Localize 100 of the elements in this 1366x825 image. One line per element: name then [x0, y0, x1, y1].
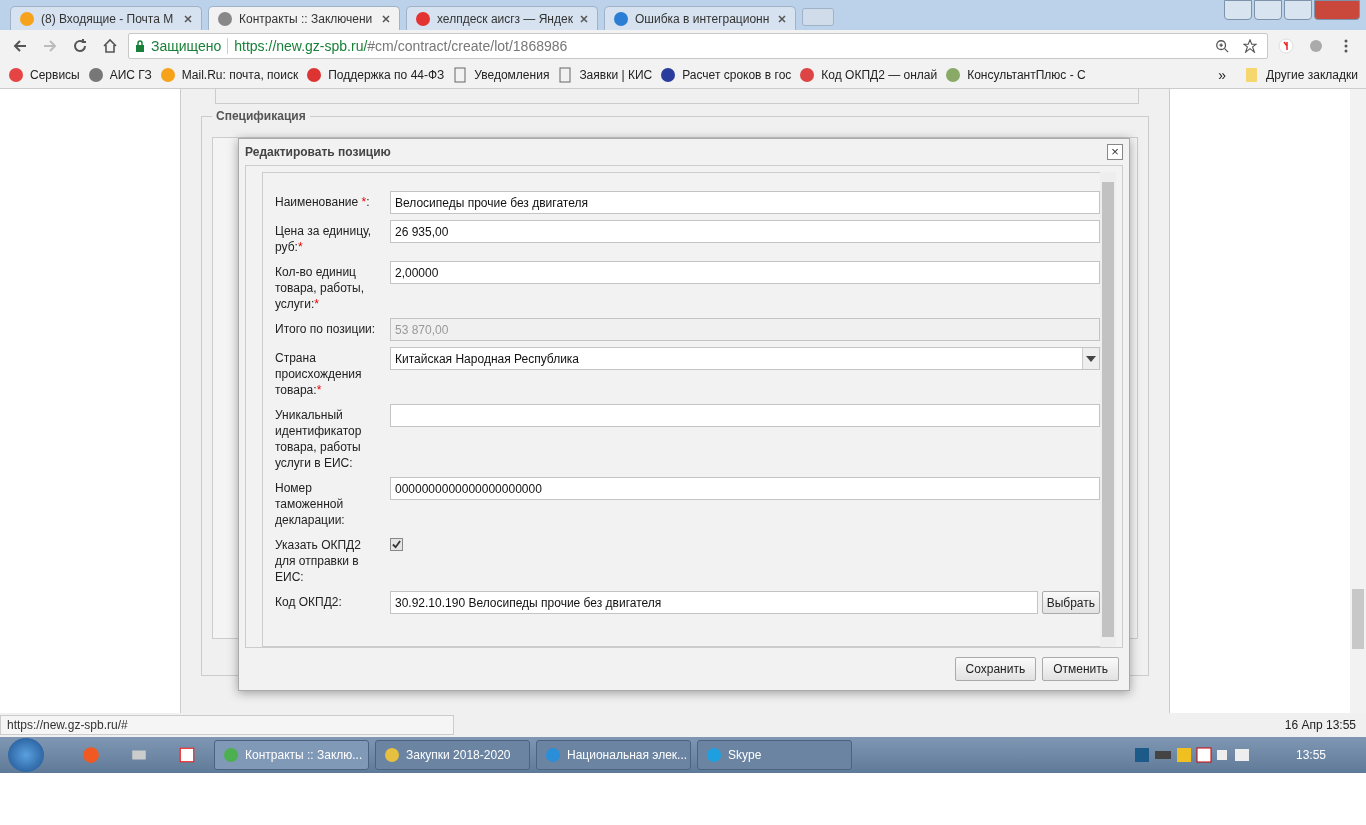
dropdown-field[interactable]: Китайская Народная Республика — [390, 347, 1100, 370]
zoom-icon[interactable] — [1215, 39, 1229, 53]
input-field[interactable]: 0000000000000000000000 — [390, 477, 1100, 500]
extension-icon[interactable] — [1278, 38, 1294, 54]
page-scrollbar[interactable] — [1350, 89, 1366, 713]
close-icon[interactable] — [777, 13, 787, 24]
tab-title: хелпдеск аисгз — Яндек — [437, 11, 573, 26]
caret-icon — [1086, 355, 1096, 362]
window-title: Контракты :: Заклю... — [245, 748, 363, 762]
input-field[interactable]: 30.92.10.190 Велосипеды прочие без двигателя — [390, 591, 1038, 614]
other-bookmarks[interactable]: Другие закладки — [1244, 67, 1358, 83]
browser-tab[interactable]: Контракты :: Заключени — [208, 6, 400, 30]
taskbar-window[interactable]: Skype — [697, 740, 852, 770]
field-label: Итого по позиции: — [275, 321, 377, 337]
profile-button[interactable] — [1224, 0, 1252, 20]
lock-icon — [135, 40, 145, 52]
bookmark-icon — [557, 67, 574, 83]
taskbar-window[interactable]: Национальная элек... — [536, 740, 691, 770]
field-label: Код ОКПД2: — [275, 594, 343, 610]
url-text: https://new.gz-spb.ru/#cm/contract/create/lot/1868986 — [234, 38, 568, 54]
bookmark-icon — [87, 67, 104, 83]
bookmark-icon — [660, 67, 677, 83]
bookmark-icon — [799, 67, 816, 83]
section-title: Спецификация — [212, 109, 310, 123]
field-label: Наименование *: — [275, 194, 371, 210]
bookmark-icon — [159, 67, 176, 83]
window-title: Skype — [728, 748, 762, 762]
date-time: 16 Апр 13:55 — [1284, 718, 1356, 732]
address-bar[interactable]: Защищено https://new.gz-spb.ru/#cm/contract/create/lot/1868986 — [128, 33, 1268, 59]
bookmark[interactable]: КонсультантПлюс - С — [945, 67, 1086, 83]
start-button[interactable] — [8, 738, 44, 772]
bookmark[interactable]: Код ОКПД2 — онлай — [799, 67, 938, 83]
bookmark-icon — [452, 67, 469, 83]
bookmark-title: Код ОКПД2 — онлай — [821, 68, 938, 82]
tab-title: Ошибка в интеграционн — [635, 11, 771, 26]
bookmark-title: Уведомления — [474, 68, 550, 82]
bookmark[interactable]: Сервисы — [8, 67, 80, 83]
reload-icon[interactable] — [72, 38, 88, 54]
app-icon[interactable] — [178, 746, 196, 764]
checkbox[interactable] — [390, 538, 403, 551]
dialog-button[interactable]: Сохранить — [954, 657, 1037, 681]
bookmark[interactable]: Заявки | КИС — [557, 67, 653, 83]
input-field[interactable]: 26 935,00 — [390, 220, 1100, 243]
field-label: Указать ОКПД2 для отправки в ЕИС: — [275, 537, 362, 585]
bookmark[interactable]: Расчет сроков в гос — [660, 67, 792, 83]
clock: 13:55 — [1295, 748, 1326, 762]
input-field[interactable]: Велосипеды прочие без двигателя — [390, 191, 1100, 214]
home-icon[interactable] — [102, 38, 118, 54]
window-icon — [545, 747, 561, 763]
bookmark-title: Расчет сроков в гос — [682, 68, 792, 82]
bookmark[interactable]: Mail.Ru: почта, поиск — [159, 67, 299, 83]
tab-icon — [217, 10, 233, 27]
bookmark[interactable]: Поддержка по 44-ФЗ — [306, 67, 445, 83]
dialog-button[interactable]: Отменить — [1042, 657, 1119, 681]
status-url: https://new.gz-spb.ru/# — [0, 715, 454, 735]
field-label: Уникальный идентификатор товара, работы услуги в ЕИС: — [275, 407, 363, 471]
window-title: Закупки 2018-2020 — [406, 748, 511, 762]
field-label: Кол-во единиц товара, работы, услуги:* — [275, 264, 366, 312]
bookmark[interactable]: АИС ГЗ — [87, 67, 152, 83]
window-icon — [223, 747, 239, 763]
bookmark[interactable]: Уведомления — [452, 67, 550, 83]
window-icon — [706, 747, 722, 763]
back-icon[interactable] — [12, 38, 28, 54]
close-icon[interactable] — [381, 13, 391, 24]
tab-icon — [19, 10, 35, 27]
bookmark-title: Заявки | КИС — [579, 68, 653, 82]
bookmark-title: Поддержка по 44-ФЗ — [328, 68, 445, 82]
minimize-button[interactable] — [1254, 0, 1282, 20]
browser-tab[interactable]: Ошибка в интеграционн — [604, 6, 796, 30]
select-button[interactable]: Выбрать — [1041, 591, 1100, 614]
bookmark-title: Сервисы — [30, 68, 80, 82]
tab-icon — [415, 10, 431, 27]
secure-label: Защищено — [151, 38, 222, 54]
tab-title: Контракты :: Заключени — [239, 11, 374, 26]
bookmark-title: АИС ГЗ — [109, 68, 152, 82]
window-title: Национальная элек... — [567, 748, 688, 762]
input-field[interactable] — [390, 404, 1100, 427]
taskbar-window[interactable]: Закупки 2018-2020 — [375, 740, 530, 770]
bookmark-title: Другие закладки — [1266, 68, 1358, 82]
field-label: Страна происхождения товара:* — [275, 350, 363, 398]
bookmark-title: Mail.Ru: почта, поиск — [181, 68, 299, 82]
close-icon[interactable] — [579, 13, 589, 24]
bookmark-icon — [945, 67, 962, 83]
bookmark-icon — [8, 67, 24, 83]
field-label: Цена за единицу, руб:* — [275, 223, 373, 255]
more-bookmarks-button[interactable]: » — [1218, 67, 1227, 83]
tab-title: (8) Входящие - Почта М — [41, 11, 175, 26]
extension-icon[interactable] — [1308, 38, 1324, 54]
scrollbar[interactable] — [1100, 172, 1116, 647]
close-icon[interactable] — [183, 13, 193, 24]
bookmark-icon — [306, 67, 323, 83]
restore-button[interactable] — [1284, 0, 1312, 20]
window-icon — [384, 747, 400, 763]
star-icon[interactable] — [1243, 39, 1257, 53]
browser-tab[interactable]: (8) Входящие - Почта М — [10, 6, 202, 30]
tab-icon — [613, 10, 629, 27]
input-field[interactable]: 2,00000 — [390, 261, 1100, 284]
browser-tab[interactable]: хелпдеск аисгз — Яндек — [406, 6, 598, 30]
close-button[interactable]: × — [1107, 144, 1123, 160]
dialog-title: Редактировать позицию — [245, 145, 392, 159]
